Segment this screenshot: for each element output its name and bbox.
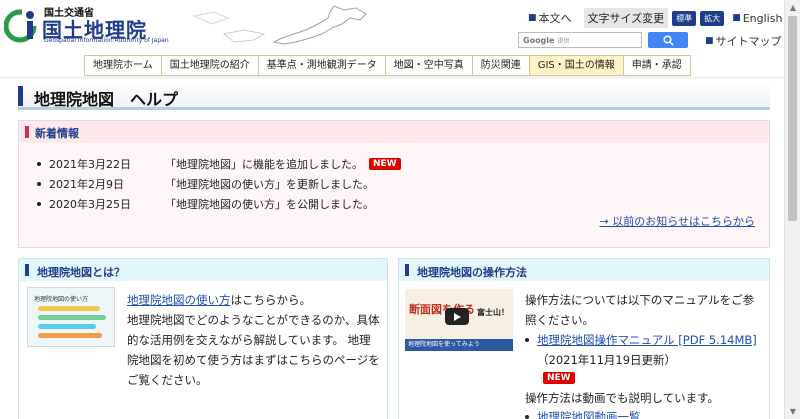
video-thumb-label: 富士山！ (477, 308, 509, 317)
news-text: 「地理院地図の使い方」を更新しました。 (165, 178, 374, 191)
operation-marker (405, 264, 409, 276)
bullet-icon (525, 415, 529, 419)
english-link[interactable]: ■ English (732, 12, 782, 25)
manual-pdf-link[interactable]: 地理院地図操作マニュアル [PDF 5.14MB] (537, 333, 757, 347)
search-button[interactable] (648, 32, 688, 48)
video-list-item: 地理院地図動画一覧 (525, 407, 641, 419)
manual-list-item: 地理院地図操作マニュアル [PDF 5.14MB] （2021年11月19日更新） (525, 330, 759, 370)
video-thumb-subtitle: 地理院地図を使ってみよう (405, 339, 513, 351)
bullet-icon (37, 182, 41, 186)
scroll-thumb[interactable] (788, 16, 797, 221)
manual-update-note: （2021年11月19日更新） (537, 353, 677, 367)
scroll-up-icon[interactable]: ▲ (785, 0, 800, 15)
news-item: 2021年3月22日 「地理院地図」に機能を追加しました。 NEW (37, 154, 401, 174)
org-name-en: Geospatial Information Authority of Japa… (44, 37, 169, 44)
site-header: 国土交通省 国土地理院 Geospatial Information Autho… (0, 0, 800, 54)
news-title: 新着情報 (35, 127, 79, 140)
japanese-page-link[interactable]: ■ 本文へ (528, 10, 572, 26)
operation-intro: 操作方法については以下のマニュアルをご参照ください。 (525, 293, 755, 327)
font-standard-button[interactable]: 標準 (672, 10, 697, 26)
video-list-link[interactable]: 地理院地図動画一覧 (537, 407, 641, 419)
news-item: 2021年2月9日 「地理院地図の使い方」を更新しました。 (37, 174, 401, 194)
nav-item-maps-photos[interactable]: 地図・空中写真 (385, 56, 473, 75)
news-item: 2020年3月25日 「地理院地図の使い方」を公開しました。 (37, 194, 401, 214)
operation-card-header: 地理院地図の操作方法 (399, 259, 769, 281)
new-badge: NEW (543, 372, 575, 384)
page-title: 地理院地図 ヘルプ (34, 90, 179, 109)
font-size-label: 文字サイズ変更 (583, 8, 669, 28)
thumbnail-bar (38, 324, 96, 329)
about-card-header: 地理院地図とは？ (19, 259, 387, 281)
news-date: 2021年2月9日 (49, 178, 124, 191)
nav-item-applications[interactable]: 申請・承認 (623, 56, 691, 75)
link-suffix: はこちらから。 (230, 293, 312, 307)
site-logo[interactable]: 国土交通省 国土地理院 Geospatial Information Autho… (4, 4, 367, 48)
news-text: 「地理院地図の使い方」を公開しました。 (165, 198, 374, 211)
news-text: 「地理院地図」に機能を追加しました。 (165, 158, 363, 171)
bullet-icon (525, 338, 529, 342)
nav-item-disaster[interactable]: 防災関連 (472, 56, 530, 75)
about-card: 地理院地図とは？ 地理院地図の使い方 地理院地図の使い方はこちらから。 地理院地… (18, 258, 388, 419)
news-date: 2020年3月25日 (49, 198, 131, 211)
bullet-icon (37, 202, 41, 206)
about-body: 地理院地図でどのようなことができるのか、具体的な活用例を交えながら解説しています… (127, 313, 380, 387)
sitemap-link[interactable]: ■ サイトマップ (705, 33, 782, 49)
news-list: 2021年3月22日 「地理院地図」に機能を追加しました。 NEW 2021年2… (37, 154, 401, 214)
how-to-use-link[interactable]: 地理院地図の使い方 (127, 293, 231, 307)
video-description: 操作方法は動画でも説明しています。 (525, 391, 720, 405)
search-icon (662, 34, 674, 46)
english-label: English (742, 11, 783, 25)
news-marker (25, 126, 29, 138)
operation-title: 地理院地図の操作方法 (417, 266, 527, 279)
thumbnail-bar (38, 333, 102, 338)
new-badge: NEW (369, 158, 401, 170)
gsi-logo-icon (4, 9, 38, 43)
nav-divider (0, 76, 784, 79)
about-title: 地理院地図とは？ (37, 266, 125, 279)
previous-news-link[interactable]: → 以前のお知らせはこちらから (600, 213, 756, 229)
arrow-right-icon: ■ (528, 13, 537, 23)
arrow-right-icon: ■ (705, 36, 714, 46)
thumbnail-bar (38, 306, 100, 311)
utility-links: ■ 本文へ 文字サイズ変更 標準 拡大 ■ English (528, 8, 782, 28)
nav-item-home[interactable]: 地理院ホーム (84, 56, 162, 75)
page-title-bar: 地理院地図 ヘルプ (18, 82, 770, 110)
page-scrollbar[interactable]: ▲ ▼ (784, 0, 800, 419)
search-hint: 提供 (557, 37, 570, 45)
scroll-down-icon[interactable]: ▼ (785, 404, 800, 419)
font-large-button[interactable]: 拡大 (700, 10, 725, 26)
about-marker (25, 264, 29, 276)
japanese-page-label: 本文へ (538, 12, 572, 25)
global-nav: 地理院ホーム 国土地理院の紹介 基準点・測地観測データ 地図・空中写真 防災関連… (84, 55, 691, 76)
title-marker (18, 86, 23, 106)
thumbnail-title: 地理院地図の使い方 (34, 296, 89, 303)
play-icon[interactable] (445, 308, 469, 325)
nav-item-gis[interactable]: GIS・国土の情報 (529, 56, 624, 75)
news-date: 2021年3月22日 (49, 158, 131, 171)
japan-map-illustration (192, 5, 367, 45)
news-header: 新着情報 (19, 121, 769, 143)
arrow-right-icon: ■ (732, 13, 741, 23)
nav-item-about[interactable]: 国土地理院の紹介 (161, 56, 259, 75)
bullet-icon (37, 162, 41, 166)
video-thumbnail[interactable]: 断面図を作る 富士山！ 地理院地図を使ってみよう (405, 289, 513, 351)
sitemap-label: サイトマップ (715, 35, 782, 48)
google-brand: Google (523, 35, 555, 45)
guide-thumbnail[interactable]: 地理院地図の使い方 (27, 287, 115, 347)
operation-card: 地理院地図の操作方法 断面図を作る 富士山！ 地理院地図を使ってみよう 操作方法… (398, 258, 770, 419)
thumbnail-bar (38, 315, 106, 320)
about-description: 地理院地図の使い方はこちらから。 地理院地図でどのようなことができるのか、具体的… (127, 290, 381, 390)
nav-item-geodetic[interactable]: 基準点・測地観測データ (258, 56, 386, 75)
site-search-input[interactable]: Google 提供 (518, 32, 642, 48)
news-section: 新着情報 2021年3月22日 「地理院地図」に機能を追加しました。 NEW 2… (18, 120, 770, 248)
